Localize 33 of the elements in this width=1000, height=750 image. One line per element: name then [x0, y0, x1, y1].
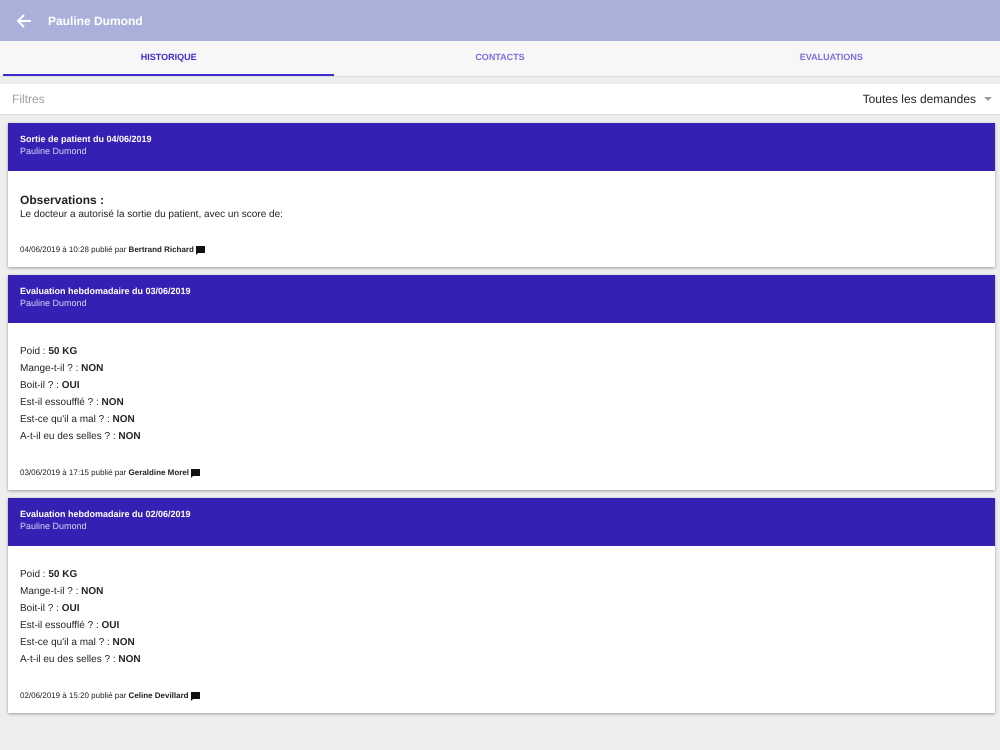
evaluation-answer: Est-ce qu'il a mal ? : NON: [20, 413, 135, 427]
publication-info: 02/06/2019 à 15:20 publié par Celine Devillard: [20, 690, 189, 702]
card-title: Sortie de patient du 04/06/2019: [20, 133, 152, 145]
tab[interactable]: HISTORIQUE: [3, 41, 334, 76]
card-subtitle: Pauline Dumond: [20, 297, 87, 309]
observations-heading: Observations :: [20, 193, 104, 208]
evaluation-answer: Est-il essoufflé ? : OUI: [20, 619, 120, 633]
request-filter-dropdown[interactable]: Toutes les demandes: [862, 90, 992, 108]
dropdown-caret-icon: [984, 97, 992, 101]
tab[interactable]: CONTACTS: [334, 41, 666, 76]
card-title: Evaluation hebdomadaire du 03/06/2019: [20, 285, 191, 297]
publication-info: 04/06/2019 à 10:28 publié par Bertrand Richard: [20, 244, 194, 256]
evaluation-answer: A-t-il eu des selles ? : NON: [20, 653, 141, 667]
comment-icon[interactable]: [196, 246, 205, 254]
card-subtitle: Pauline Dumond: [20, 520, 87, 532]
evaluation-answer: Est-il essoufflé ? : NON: [20, 396, 124, 410]
page-title: Pauline Dumond: [48, 12, 143, 30]
evaluation-answer: Poid : 50 KG: [20, 345, 78, 359]
evaluation-answer: Poid : 50 KG: [20, 568, 78, 582]
observation-text: Le docteur a autorisé la sortie du patient, avec un score de:: [20, 208, 283, 222]
tab[interactable]: EVALUATIONS: [666, 41, 997, 76]
evaluation-answer: Boit-il ? : OUI: [20, 602, 80, 616]
evaluation-answer: Boit-il ? : OUI: [20, 379, 80, 393]
filter-label: Filtres: [12, 91, 45, 108]
card-subtitle: Pauline Dumond: [20, 145, 87, 157]
evaluation-answer: Mange-t-il ? : NON: [20, 585, 104, 599]
comment-icon[interactable]: [191, 468, 200, 478]
evaluation-answer: Est-ce qu'il a mal ? : NON: [20, 636, 135, 650]
comment-icon[interactable]: [190, 692, 200, 700]
card-title: Evaluation hebdomadaire du 02/06/2019: [20, 508, 191, 520]
evaluation-answer: A-t-il eu des selles ? : NON: [20, 430, 141, 444]
publication-info: 03/06/2019 à 17:15 publié par Geraldine Morel: [20, 467, 190, 479]
evaluation-answer: Mange-t-il ? : NON: [20, 362, 104, 376]
